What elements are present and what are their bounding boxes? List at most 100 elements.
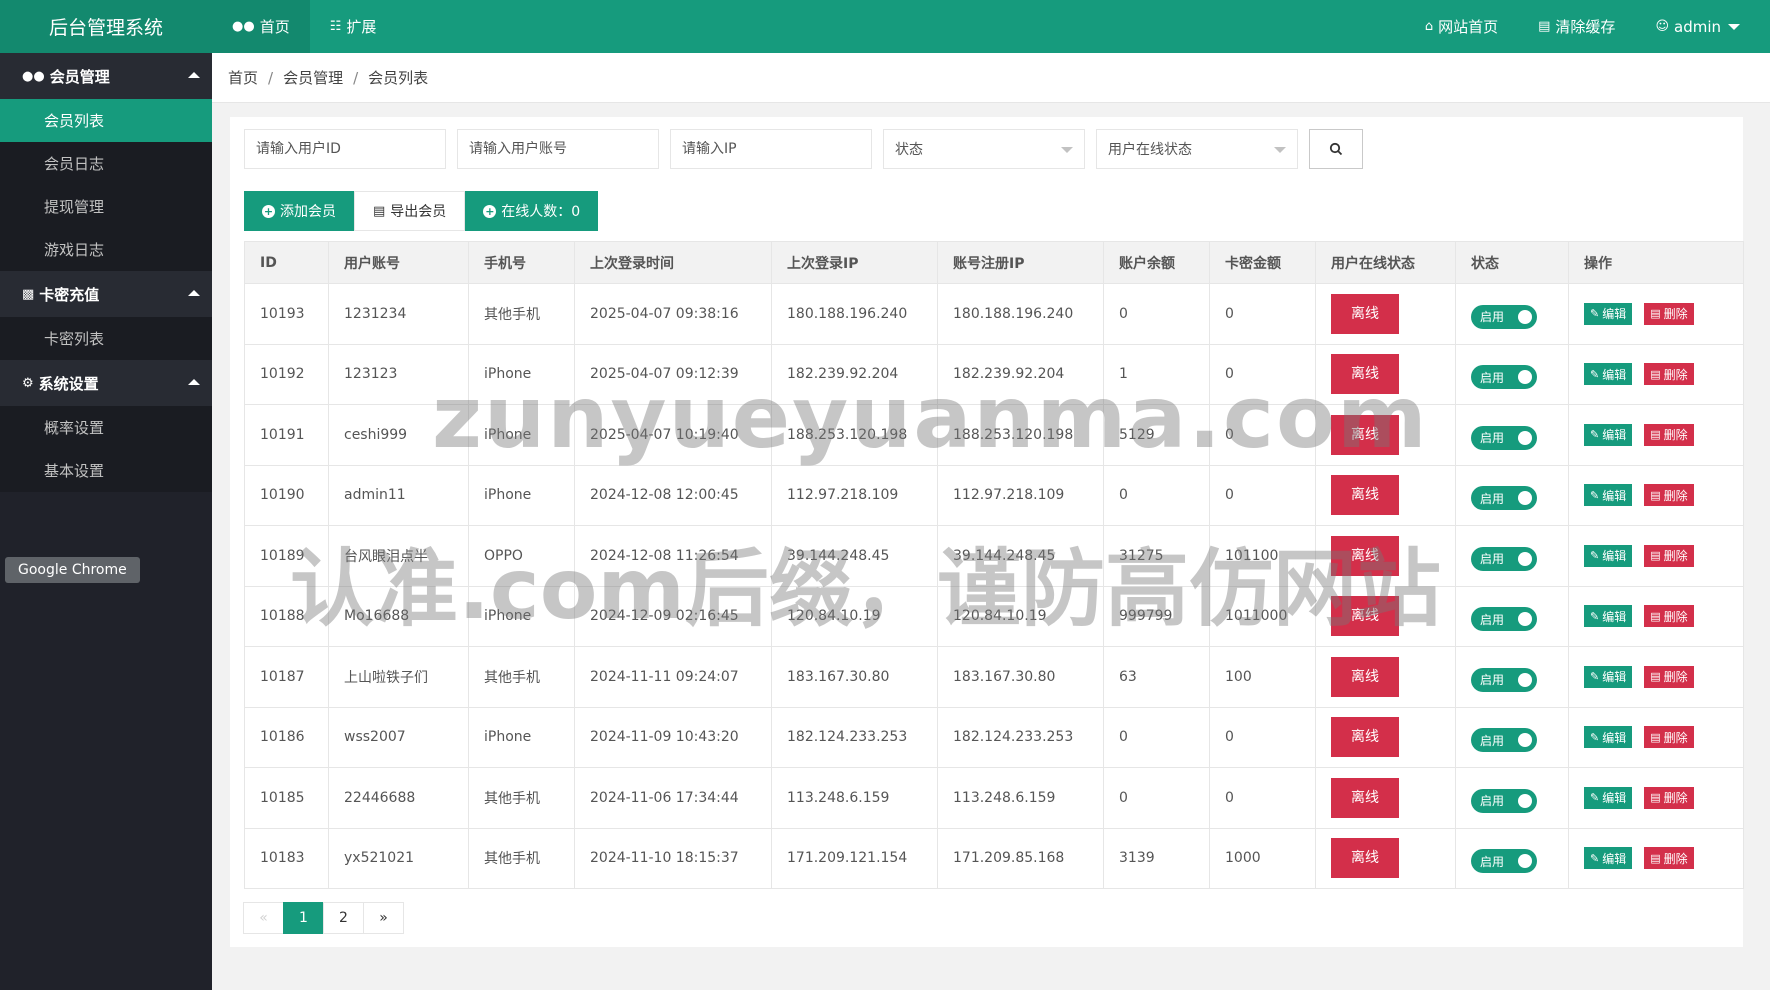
status-toggle[interactable]: 启用 bbox=[1471, 849, 1537, 874]
offline-button[interactable]: 离线 bbox=[1331, 535, 1399, 576]
sidebar-group-settings[interactable]: ⚙ 系统设置 bbox=[0, 360, 212, 406]
status-toggle[interactable]: 启用 bbox=[1471, 304, 1537, 329]
offline-button[interactable]: 离线 bbox=[1331, 596, 1399, 637]
edit-button[interactable]: ✎ 编辑 bbox=[1584, 665, 1633, 688]
delete-button[interactable]: ▤ 删除 bbox=[1644, 605, 1694, 628]
offline-button[interactable]: 离线 bbox=[1331, 293, 1399, 334]
pager-next[interactable]: » bbox=[363, 902, 404, 934]
sidebar-group-members[interactable]: ●● 会员管理 bbox=[0, 53, 212, 99]
status-toggle[interactable]: 启用 bbox=[1471, 788, 1537, 813]
delete-button[interactable]: ▤ 删除 bbox=[1644, 847, 1694, 870]
user-id-input[interactable] bbox=[256, 141, 436, 157]
cell-last-login-ip: 188.253.120.198 bbox=[771, 404, 938, 466]
status-toggle[interactable]: 启用 bbox=[1471, 425, 1537, 450]
delete-button[interactable]: ▤ 删除 bbox=[1644, 665, 1694, 688]
sidebar-group-card-recharge[interactable]: ▩ 卡密充值 bbox=[0, 271, 212, 317]
edit-button[interactable]: ✎ 编辑 bbox=[1584, 847, 1633, 870]
export-member-button[interactable]: ▤ 导出会员 bbox=[354, 191, 466, 231]
delete-label: 删除 bbox=[1663, 549, 1688, 564]
top-nav-extend-label: 扩展 bbox=[346, 18, 377, 36]
sidebar-item-basic-settings[interactable]: 基本设置 bbox=[0, 449, 212, 492]
status-toggle[interactable]: 启用 bbox=[1471, 365, 1537, 390]
edit-icon: ✎ bbox=[1590, 428, 1600, 442]
cell-actions: ✎ 编辑 ▤ 删除 bbox=[1568, 585, 1744, 647]
offline-button[interactable]: 离线 bbox=[1331, 414, 1399, 455]
clear-cache-link[interactable]: ▤ 清除缓存 bbox=[1518, 0, 1635, 53]
breadcrumb-home[interactable]: 首页 bbox=[228, 67, 258, 88]
delete-button[interactable]: ▤ 删除 bbox=[1644, 544, 1694, 567]
status-toggle[interactable]: 启用 bbox=[1471, 607, 1537, 632]
edit-button[interactable]: ✎ 编辑 bbox=[1584, 423, 1633, 446]
pagination: « 1 2 » bbox=[243, 902, 404, 934]
edit-button[interactable]: ✎ 编辑 bbox=[1584, 605, 1633, 628]
toggle-knob bbox=[1518, 612, 1532, 627]
edit-button[interactable]: ✎ 编辑 bbox=[1584, 726, 1633, 749]
col-balance: 账户余额 bbox=[1103, 241, 1210, 284]
table-row: 10188 Mo16688 iPhone 2024-12-09 02:16:45 120… bbox=[244, 585, 1744, 647]
sidebar-item-game-log[interactable]: 游戏日志 bbox=[0, 228, 212, 271]
delete-label: 删除 bbox=[1663, 609, 1688, 624]
delete-button[interactable]: ▤ 删除 bbox=[1644, 423, 1694, 446]
pager-page-1[interactable]: 1 bbox=[283, 902, 324, 934]
edit-label: 编辑 bbox=[1602, 488, 1627, 503]
file-export-icon: ▤ bbox=[373, 203, 386, 219]
cell-register-ip: 113.248.6.159 bbox=[937, 767, 1104, 829]
user-menu[interactable]: ☺ admin bbox=[1635, 0, 1760, 53]
offline-button[interactable]: 离线 bbox=[1331, 475, 1399, 516]
edit-label: 编辑 bbox=[1602, 670, 1627, 685]
status-toggle[interactable]: 启用 bbox=[1471, 728, 1537, 753]
status-toggle[interactable]: 启用 bbox=[1471, 486, 1537, 511]
cell-actions: ✎ 编辑 ▤ 删除 bbox=[1568, 827, 1744, 889]
delete-button[interactable]: ▤ 删除 bbox=[1644, 484, 1694, 507]
site-home-link[interactable]: ⌂ 网站首页 bbox=[1405, 0, 1518, 53]
trash-icon: ▤ bbox=[1650, 609, 1661, 623]
offline-button[interactable]: 离线 bbox=[1331, 777, 1399, 818]
status-toggle[interactable]: 启用 bbox=[1471, 667, 1537, 692]
sidebar-item-probability[interactable]: 概率设置 bbox=[0, 406, 212, 449]
edit-button[interactable]: ✎ 编辑 bbox=[1584, 484, 1633, 507]
delete-button[interactable]: ▤ 删除 bbox=[1644, 302, 1694, 325]
delete-button[interactable]: ▤ 删除 bbox=[1644, 363, 1694, 386]
sidebar-item-withdraw[interactable]: 提现管理 bbox=[0, 185, 212, 228]
edit-button[interactable]: ✎ 编辑 bbox=[1584, 544, 1633, 567]
sidebar-item-card-list[interactable]: 卡密列表 bbox=[0, 317, 212, 360]
offline-button[interactable]: 离线 bbox=[1331, 717, 1399, 758]
cell-online-status: 离线 bbox=[1315, 525, 1456, 587]
sidebar-item-member-list[interactable]: 会员列表 bbox=[0, 99, 212, 142]
delete-button[interactable]: ▤ 删除 bbox=[1644, 726, 1694, 749]
edit-button[interactable]: ✎ 编辑 bbox=[1584, 302, 1633, 325]
top-nav-home[interactable]: ●● 首页 bbox=[212, 0, 310, 53]
breadcrumb-member-manage[interactable]: 会员管理 bbox=[283, 67, 343, 88]
status-toggle[interactable]: 启用 bbox=[1471, 546, 1537, 571]
cell-actions: ✎ 编辑 ▤ 删除 bbox=[1568, 343, 1744, 405]
toggle-knob bbox=[1518, 430, 1532, 445]
online-count-button[interactable]: + 在线人数：0 bbox=[465, 191, 599, 231]
status-select-value: 状态 bbox=[895, 142, 923, 158]
sidebar-item-member-log[interactable]: 会员日志 bbox=[0, 142, 212, 185]
edit-button[interactable]: ✎ 编辑 bbox=[1584, 363, 1633, 386]
search-button[interactable] bbox=[1309, 129, 1363, 169]
online-status-select[interactable]: 用户在线状态 bbox=[1096, 129, 1298, 169]
offline-button[interactable]: 离线 bbox=[1331, 838, 1399, 879]
offline-button[interactable]: 离线 bbox=[1331, 656, 1399, 697]
cell-id: 10188 bbox=[244, 585, 329, 647]
plus-circle-icon: + bbox=[483, 204, 497, 218]
add-member-label: 添加会员 bbox=[280, 204, 336, 220]
cell-last-login-time: 2024-12-08 12:00:45 bbox=[574, 464, 772, 526]
pager-prev[interactable]: « bbox=[243, 902, 284, 934]
cell-status: 启用 bbox=[1455, 767, 1569, 829]
cell-online-status: 离线 bbox=[1315, 404, 1456, 466]
offline-button[interactable]: 离线 bbox=[1331, 354, 1399, 395]
filter-bar: 状态 用户在线状态 bbox=[244, 129, 1363, 169]
status-select[interactable]: 状态 bbox=[883, 129, 1085, 169]
ip-input[interactable] bbox=[682, 141, 862, 157]
add-member-button[interactable]: + 添加会员 bbox=[244, 191, 354, 231]
cell-last-login-time: 2024-12-09 02:16:45 bbox=[574, 585, 772, 647]
account-input[interactable] bbox=[469, 141, 649, 157]
top-nav-extend[interactable]: ☷ 扩展 bbox=[310, 0, 397, 53]
delete-button[interactable]: ▤ 删除 bbox=[1644, 786, 1694, 809]
cell-phone: 其他手机 bbox=[468, 283, 575, 345]
edit-button[interactable]: ✎ 编辑 bbox=[1584, 786, 1633, 809]
pager-page-2[interactable]: 2 bbox=[323, 902, 364, 934]
app-logo-title[interactable]: 后台管理系统 bbox=[0, 0, 212, 53]
